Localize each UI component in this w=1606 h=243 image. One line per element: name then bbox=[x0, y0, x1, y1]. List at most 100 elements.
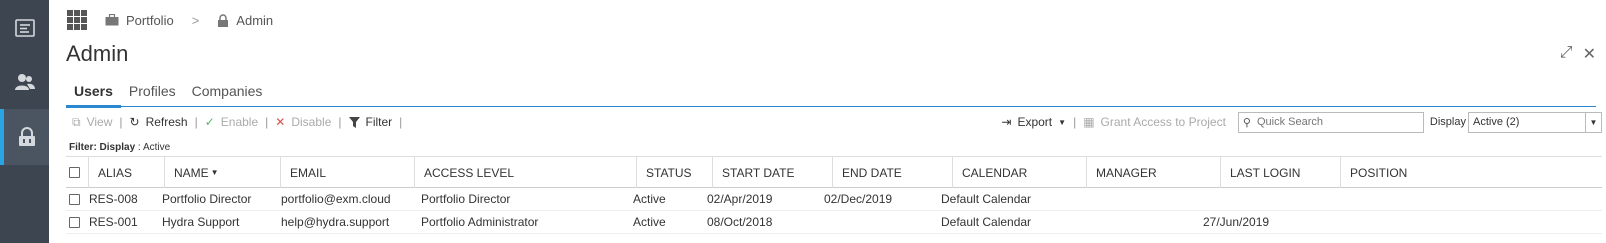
column-calendar[interactable]: CALENDAR bbox=[952, 157, 1086, 188]
row-checkbox-cell bbox=[69, 188, 80, 210]
lock-icon bbox=[218, 13, 229, 27]
toolbar-divider: | bbox=[1073, 115, 1077, 129]
column-status[interactable]: STATUS bbox=[636, 157, 712, 188]
column-start-date[interactable]: START DATE bbox=[712, 157, 832, 188]
cell-access-level: Portfolio Director bbox=[421, 192, 511, 206]
briefcase-icon bbox=[105, 14, 119, 26]
cell-access-level: Portfolio Administrator bbox=[421, 215, 539, 229]
cell-name: Portfolio Director bbox=[162, 192, 252, 206]
row-checkbox[interactable] bbox=[69, 216, 80, 228]
export-button[interactable]: ⇥ Export ▼ bbox=[995, 115, 1072, 129]
cell-status: Active bbox=[633, 215, 666, 229]
window-controls: ⤢ ✕ bbox=[1560, 44, 1596, 64]
table-row[interactable]: RES-001 Hydra Support help@hydra.support… bbox=[66, 211, 1602, 234]
row-checkbox-cell bbox=[69, 211, 80, 233]
refresh-button[interactable]: ↻ Refresh bbox=[124, 115, 194, 129]
column-position[interactable]: POSITION bbox=[1340, 157, 1590, 188]
search-input[interactable] bbox=[1256, 116, 1407, 128]
lock-icon bbox=[18, 127, 35, 146]
table-header: ALIAS NAME ▼ EMAIL ACCESS LEVEL STATUS S… bbox=[66, 156, 1602, 188]
refresh-icon: ↻ bbox=[129, 115, 140, 129]
column-email[interactable]: EMAIL bbox=[280, 157, 414, 188]
row-checkbox[interactable] bbox=[69, 193, 80, 205]
sort-desc-icon: ▼ bbox=[210, 168, 219, 177]
close-icon[interactable]: ✕ bbox=[1583, 44, 1596, 64]
export-label: Export bbox=[1017, 115, 1053, 129]
list-icon bbox=[14, 19, 35, 37]
refresh-label: Refresh bbox=[145, 115, 188, 129]
cell-end-date: 02/Dec/2019 bbox=[824, 192, 893, 206]
grant-access-button[interactable]: ▦ Grant Access to Project bbox=[1077, 115, 1232, 129]
cell-email: portfolio@exm.cloud bbox=[281, 192, 391, 206]
rail-item-users[interactable] bbox=[0, 54, 49, 110]
cell-last-login: 27/Jun/2019 bbox=[1203, 215, 1270, 229]
filter-button[interactable]: Filter bbox=[343, 115, 399, 129]
display-label: Display bbox=[1429, 116, 1466, 128]
rail-item-admin[interactable] bbox=[0, 109, 49, 165]
cell-status: Active bbox=[633, 192, 666, 206]
column-end-date[interactable]: END DATE bbox=[832, 157, 952, 188]
view-label: View bbox=[86, 115, 113, 129]
tab-companies[interactable]: Companies bbox=[184, 80, 271, 108]
disable-label: Disable bbox=[291, 115, 332, 129]
tab-users[interactable]: Users bbox=[66, 80, 121, 108]
disable-button[interactable]: ✕ Disable bbox=[269, 115, 337, 129]
table-row[interactable]: RES-008 Portfolio Director portfolio@exm… bbox=[66, 188, 1602, 211]
cell-alias: RES-001 bbox=[89, 215, 138, 229]
filter-summary: Filter: Display : Active bbox=[69, 142, 170, 153]
toolbar-divider: | bbox=[119, 115, 123, 129]
view-icon: ⧉ bbox=[72, 114, 81, 129]
breadcrumb-separator: > bbox=[191, 12, 200, 28]
toolbar: ⧉ View | ↻ Refresh | ✓ Enable | ✕ Disabl… bbox=[66, 110, 1602, 134]
column-access-level[interactable]: ACCESS LEVEL bbox=[414, 157, 636, 188]
column-name[interactable]: NAME ▼ bbox=[164, 157, 280, 188]
cell-start-date: 08/Oct/2018 bbox=[707, 215, 773, 229]
chevron-down-icon: ▼ bbox=[1585, 112, 1601, 132]
enable-button[interactable]: ✓ Enable bbox=[199, 115, 264, 129]
main-panel: Portfolio > Admin Admin ⤢ ✕ Users Profil… bbox=[49, 0, 1606, 243]
users-table: ALIAS NAME ▼ EMAIL ACCESS LEVEL STATUS S… bbox=[66, 156, 1602, 234]
tab-bar: Users Profiles Companies bbox=[66, 80, 270, 108]
toolbar-divider: | bbox=[265, 115, 269, 129]
filter-summary-value: Active bbox=[142, 142, 171, 153]
cell-calendar: Default Calendar bbox=[941, 192, 1032, 206]
select-all-checkbox[interactable] bbox=[69, 167, 80, 178]
cell-name: Hydra Support bbox=[162, 215, 240, 229]
check-icon: ✓ bbox=[204, 115, 215, 129]
left-rail bbox=[0, 0, 49, 243]
x-icon: ✕ bbox=[275, 115, 286, 129]
users-icon bbox=[14, 74, 35, 90]
cell-alias: RES-008 bbox=[89, 192, 138, 206]
toolbar-divider: | bbox=[399, 115, 403, 129]
rail-item-list[interactable] bbox=[0, 0, 49, 56]
toolbar-divider: | bbox=[194, 115, 198, 129]
grant-access-label: Grant Access to Project bbox=[1100, 115, 1226, 129]
caret-down-icon: ▼ bbox=[1058, 117, 1067, 127]
select-all-checkbox-cell bbox=[66, 157, 88, 188]
view-button[interactable]: ⧉ View bbox=[66, 115, 118, 130]
breadcrumb-item-portfolio[interactable]: Portfolio bbox=[105, 13, 174, 28]
tabs-divider bbox=[66, 106, 1596, 107]
apps-grid-icon[interactable] bbox=[67, 10, 87, 30]
column-alias[interactable]: ALIAS bbox=[88, 157, 164, 188]
column-name-label: NAME bbox=[174, 165, 209, 180]
breadcrumb-item-admin[interactable]: Admin bbox=[217, 13, 273, 28]
tab-profiles[interactable]: Profiles bbox=[121, 80, 184, 108]
quick-search: ⚲ bbox=[1237, 111, 1424, 133]
filter-summary-label: Filter: Display bbox=[69, 142, 136, 153]
column-manager[interactable]: MANAGER bbox=[1086, 157, 1220, 188]
display-select[interactable]: Active (2) ▼ bbox=[1468, 111, 1602, 133]
filter-summary-sep: : bbox=[135, 142, 143, 153]
cell-email: help@hydra.support bbox=[281, 215, 390, 229]
breadcrumb-label: Portfolio bbox=[126, 12, 174, 28]
cell-calendar: Default Calendar bbox=[941, 215, 1032, 229]
enable-label: Enable bbox=[220, 115, 259, 129]
expand-icon[interactable]: ⤢ bbox=[1560, 44, 1573, 64]
search-icon: ⚲ bbox=[1242, 116, 1251, 129]
export-icon: ⇥ bbox=[1001, 115, 1012, 129]
filter-icon bbox=[348, 116, 360, 128]
breadcrumb: Portfolio > Admin bbox=[67, 8, 273, 32]
toolbar-divider: | bbox=[338, 115, 342, 129]
calendar-icon: ▦ bbox=[1083, 115, 1095, 129]
column-last-login[interactable]: LAST LOGIN bbox=[1220, 157, 1340, 188]
